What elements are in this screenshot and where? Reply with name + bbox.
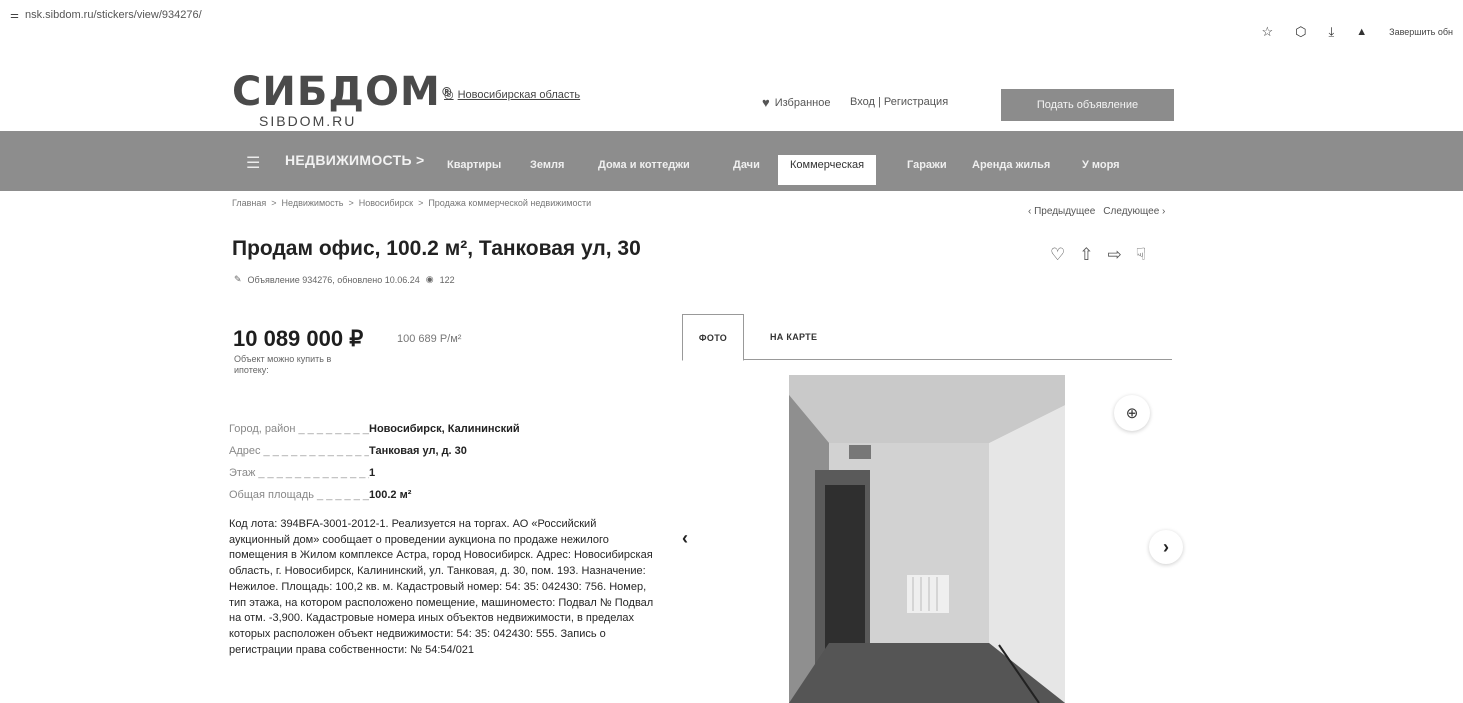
- nav-item-rent[interactable]: Аренда жилья: [972, 159, 1050, 171]
- breadcrumb-city[interactable]: Новосибирск: [359, 198, 413, 208]
- dislike-icon[interactable]: ☟: [1136, 245, 1146, 265]
- post-ad-button[interactable]: Подать объявление: [1001, 89, 1174, 121]
- breadcrumb-separator: >: [418, 198, 424, 208]
- url-text[interactable]: nsk.sibdom.ru/stickers/view/934276/: [25, 9, 202, 21]
- breadcrumb-home[interactable]: Главная: [232, 198, 266, 208]
- room-photo-illustration: [789, 375, 1065, 703]
- param-value: 100.2 м²: [369, 489, 412, 501]
- favorites-label[interactable]: Избранное: [775, 97, 831, 109]
- logo-domain: SIBDOM.RU: [259, 113, 357, 129]
- views-icon: ◉: [425, 274, 434, 284]
- bookmark-star-icon[interactable]: ☆: [1262, 24, 1274, 40]
- login-register-link[interactable]: Вход | Регистрация: [850, 96, 948, 108]
- breadcrumb-separator: >: [348, 198, 354, 208]
- views-count: 122: [439, 274, 455, 285]
- listing-meta: ✎ Объявление 934276, обновлено 10.06.24 …: [234, 274, 455, 285]
- heart-icon: ♥: [762, 95, 770, 110]
- location-icon: ◎: [444, 89, 454, 101]
- nav-item-houses[interactable]: Дома и коттеджи: [598, 159, 690, 171]
- param-value: Танковая ул, д. 30: [369, 445, 467, 457]
- address-bar[interactable]: ⚌ nsk.sibdom.ru/stickers/view/934276/: [10, 9, 202, 21]
- tab-photo[interactable]: ФОТО: [682, 314, 744, 361]
- nav-item-apartments[interactable]: Квартиры: [447, 159, 501, 171]
- finish-update-button[interactable]: Завершить обн: [1389, 27, 1453, 37]
- listing-actions: ♡ ⇧ ⇨ ☟: [1050, 245, 1146, 265]
- listing-params: Город, район Новосибирск, Калининский Ад…: [229, 418, 520, 506]
- download-icon[interactable]: ⤓: [1329, 24, 1335, 40]
- breadcrumb-separator: >: [271, 198, 277, 208]
- breadcrumb: Главная > Недвижимость > Новосибирск > П…: [232, 198, 591, 208]
- browser-actions: ☆ ⬡ ⤓ ▲ Завершить обн: [1262, 24, 1453, 40]
- param-row: Город, район Новосибирск, Калининский: [229, 418, 520, 440]
- site-settings-icon[interactable]: ⚌: [10, 10, 19, 21]
- gallery-tabs: ФОТО НА КАРТЕ: [682, 314, 1172, 361]
- param-value: 1: [369, 467, 376, 479]
- listing-price: 10 089 000 ₽: [233, 326, 364, 351]
- nav-item-dachas[interactable]: Дачи: [733, 159, 760, 171]
- share-icon[interactable]: ⇨: [1108, 245, 1122, 265]
- gallery-next-button[interactable]: ›: [1149, 530, 1183, 564]
- param-row: Общая площадь 100.2 м²: [229, 484, 520, 506]
- nav-item-seaside[interactable]: У моря: [1082, 159, 1120, 171]
- zoom-icon[interactable]: ⊕: [1114, 395, 1150, 431]
- favorite-heart-icon[interactable]: ♡: [1050, 245, 1065, 265]
- breadcrumb-commercial-sale[interactable]: Продажа коммерческой недвижимости: [428, 198, 591, 208]
- param-label: Город, район: [229, 423, 369, 435]
- nav-item-garages[interactable]: Гаражи: [907, 159, 947, 171]
- listing-description: Код лота: 394BFA-3001-2012-1. Реализуетс…: [229, 518, 654, 656]
- param-row: Этаж 1: [229, 462, 520, 484]
- extensions-icon[interactable]: ⬡: [1295, 24, 1306, 40]
- main-nav: ☰ НЕДВИЖИМОСТЬ > Квартиры Земля Дома и к…: [0, 131, 1463, 191]
- region-label[interactable]: Новосибирская область: [458, 89, 581, 101]
- param-label: Адрес: [229, 445, 369, 457]
- browser-toolbar: ⚌ nsk.sibdom.ru/stickers/view/934276/ ☆ …: [0, 0, 1463, 39]
- nav-items: Квартиры Земля Дома и коттеджи Дачи Комм…: [0, 131, 1463, 191]
- logo-wordmark: СИБДОМ®: [232, 69, 454, 115]
- mortgage-note: Объект можно купить в ипотеку:: [234, 354, 332, 375]
- site-logo[interactable]: СИБДОМ® SIBDOM.RU: [232, 72, 454, 129]
- tab-map[interactable]: НА КАРТЕ: [770, 314, 817, 360]
- gallery-prev-button[interactable]: ‹: [668, 521, 702, 555]
- param-label: Этаж: [229, 467, 369, 479]
- previous-listing-link[interactable]: ‹ Предыдущее: [1028, 206, 1095, 217]
- profile-icon[interactable]: ▲: [1356, 26, 1367, 38]
- nav-item-land[interactable]: Земля: [530, 159, 564, 171]
- favorites-link[interactable]: ♥ Избранное: [762, 95, 830, 110]
- nav-item-commercial[interactable]: Коммерческая: [778, 155, 877, 185]
- raise-icon[interactable]: ⇧: [1079, 245, 1093, 265]
- edit-icon: ✎: [234, 274, 242, 284]
- price-per-sqm: 100 689 Р/м²: [397, 333, 462, 345]
- param-row: Адрес Танковая ул, д. 30: [229, 440, 520, 462]
- listing-title: Продам офис, 100.2 м², Танковая ул, 30: [232, 237, 641, 260]
- listing-id-updated: Объявление 934276, обновлено 10.06.24: [247, 274, 420, 285]
- listing-pager: ‹ Предыдущее Следующее ›: [1028, 206, 1165, 217]
- region-selector[interactable]: ◎ Новосибирская область: [444, 88, 581, 102]
- param-label: Общая площадь: [229, 489, 369, 501]
- listing-photo[interactable]: [789, 375, 1065, 703]
- breadcrumb-realty[interactable]: Недвижимость: [282, 198, 344, 208]
- param-value: Новосибирск, Калининский: [369, 423, 520, 435]
- next-listing-link[interactable]: Следующее ›: [1103, 206, 1165, 217]
